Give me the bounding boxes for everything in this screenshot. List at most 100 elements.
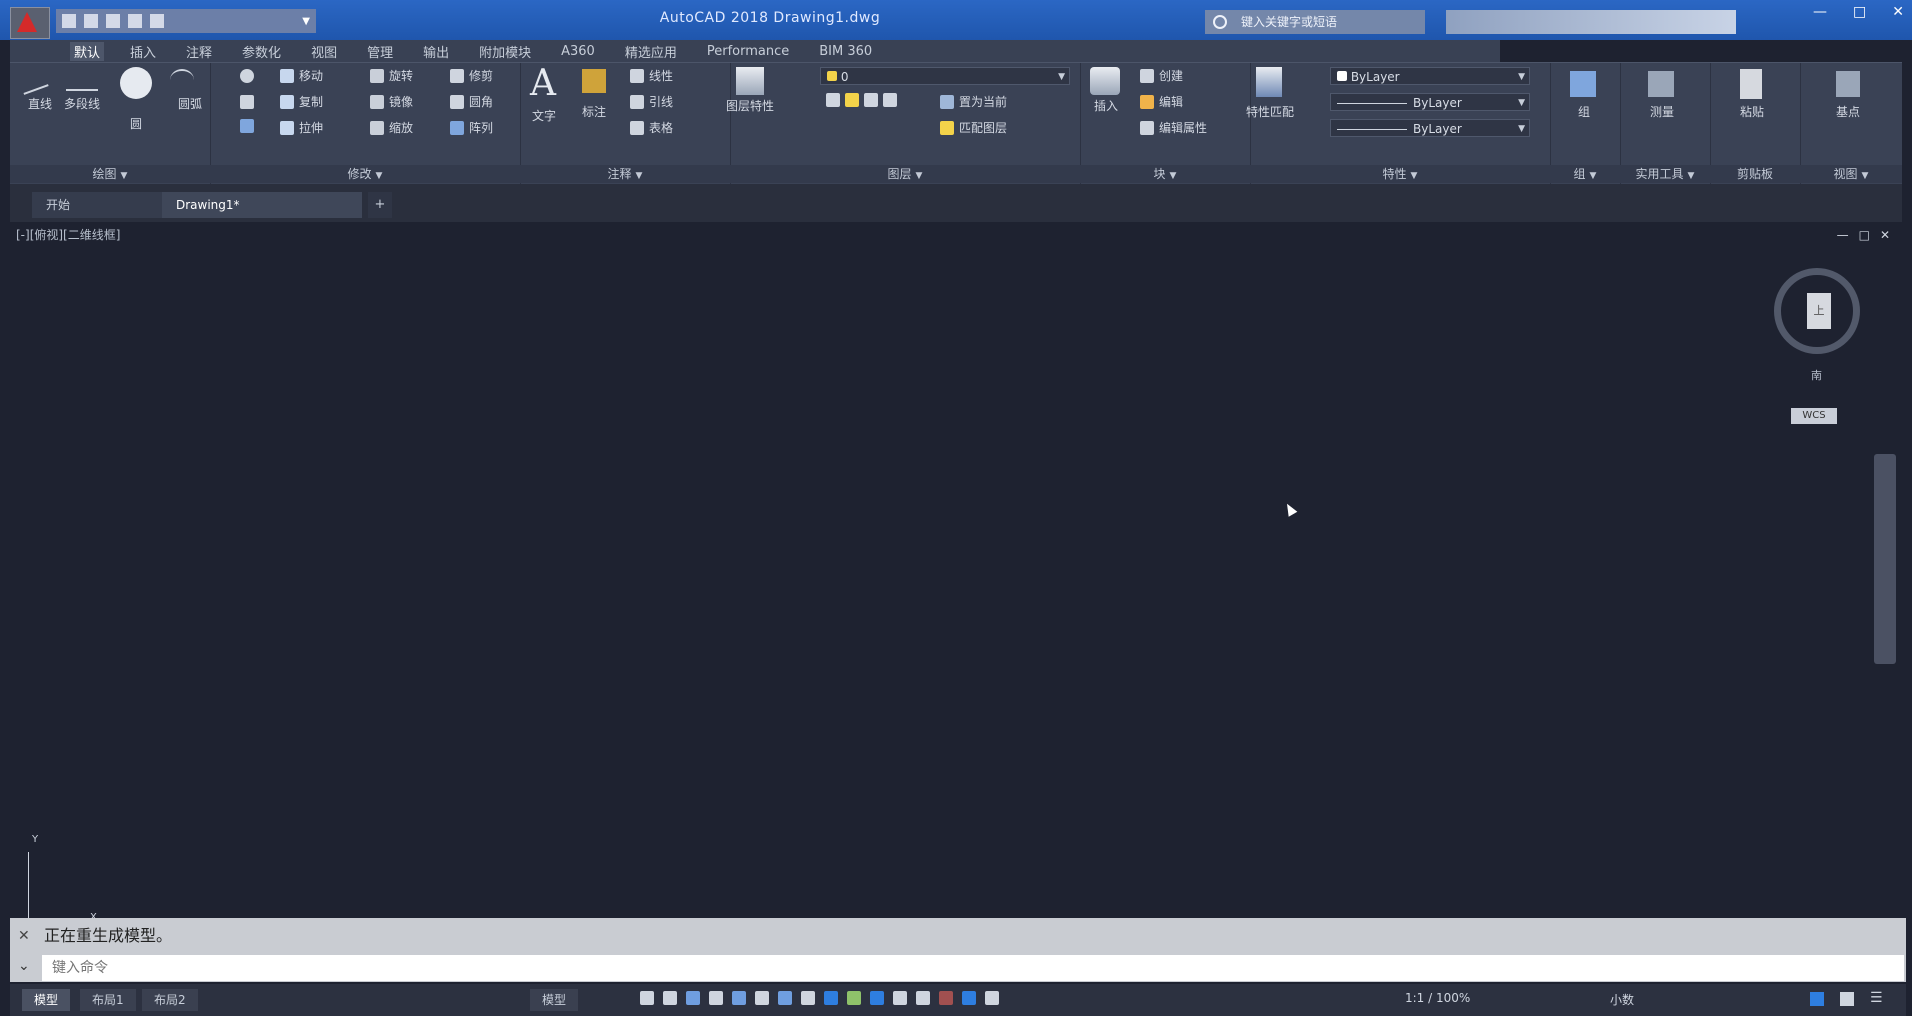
tab-parametric[interactable]: 参数化 bbox=[238, 42, 285, 61]
rotate-tool[interactable]: 旋转 bbox=[370, 67, 413, 84]
command-line-close-icon[interactable]: ✕ bbox=[18, 926, 30, 946]
dimension-icon[interactable] bbox=[582, 69, 606, 93]
layout-tab-layout2[interactable]: 布局2 bbox=[142, 989, 198, 1011]
maximize-button[interactable]: □ bbox=[1853, 4, 1866, 20]
edit-block-tool[interactable]: 编辑 bbox=[1140, 93, 1183, 110]
properties-panel-title[interactable]: 特性 ▼ bbox=[1250, 165, 1550, 183]
make-current-tool[interactable]: 置为当前 bbox=[940, 93, 1007, 110]
layer-properties-label[interactable]: 图层特性 bbox=[720, 97, 780, 114]
tab-manage[interactable]: 管理 bbox=[363, 42, 397, 61]
navigation-bar[interactable] bbox=[1874, 454, 1896, 664]
polar-icon[interactable] bbox=[709, 991, 723, 1005]
new-tab-plus-icon[interactable]: + bbox=[368, 192, 392, 218]
layer-tools-row[interactable] bbox=[826, 93, 897, 107]
units-label[interactable]: 小数 bbox=[1610, 991, 1634, 1008]
tab-bim360[interactable]: BIM 360 bbox=[815, 44, 876, 59]
base-label[interactable]: 基点 bbox=[1818, 103, 1878, 120]
annotation-panel-title[interactable]: 注释 ▼ bbox=[520, 165, 730, 183]
layer-dropdown[interactable]: 0 ▼ bbox=[820, 67, 1070, 85]
search-input[interactable]: 键入关键字或短语 bbox=[1205, 10, 1425, 34]
paste-icon[interactable] bbox=[1740, 69, 1762, 99]
ortho-icon[interactable] bbox=[686, 991, 700, 1005]
model-space-toggle[interactable]: 模型 bbox=[530, 989, 579, 1011]
customization-icon[interactable] bbox=[1840, 992, 1854, 1006]
autoscale-icon[interactable] bbox=[962, 991, 976, 1005]
line-icon[interactable] bbox=[17, 67, 49, 95]
selection-filter-icon[interactable] bbox=[893, 991, 907, 1005]
tab-annotate[interactable]: 注释 bbox=[182, 42, 216, 61]
arc-icon[interactable] bbox=[170, 69, 194, 91]
minimize-button[interactable]: — bbox=[1813, 4, 1827, 20]
tab-output[interactable]: 输出 bbox=[419, 42, 453, 61]
match-properties-icon[interactable] bbox=[1256, 67, 1282, 97]
fullscreen-icon[interactable] bbox=[1810, 992, 1824, 1006]
drawing-viewport[interactable]: [-][俯视][二维线框] — □ ✕ 上 南 WCS Y X bbox=[10, 222, 1902, 923]
groups-panel-title[interactable]: 组 ▼ bbox=[1550, 165, 1620, 183]
layer-properties-icon[interactable] bbox=[736, 67, 764, 95]
dimension-label[interactable]: 标注 bbox=[564, 103, 624, 120]
annotation-scale[interactable]: 1:1 / 100% bbox=[1405, 991, 1470, 1005]
group-label[interactable]: 组 bbox=[1554, 103, 1614, 120]
open-file-icon[interactable] bbox=[84, 14, 98, 28]
dynamic-ucs-icon[interactable] bbox=[870, 991, 884, 1005]
snap-icon[interactable] bbox=[663, 991, 677, 1005]
qat-customize-chevron-down-icon[interactable]: ▼ bbox=[302, 16, 310, 27]
sign-in-area[interactable] bbox=[1446, 10, 1736, 34]
3d-osnap-icon[interactable] bbox=[847, 991, 861, 1005]
hatch-icon[interactable] bbox=[240, 95, 254, 109]
match-properties-label[interactable]: 特性匹配 bbox=[1240, 103, 1300, 120]
tab-insert[interactable]: 插入 bbox=[126, 42, 160, 61]
leader-tool[interactable]: 引线 bbox=[630, 93, 673, 110]
insert-label[interactable]: 插入 bbox=[1076, 97, 1136, 114]
color-dropdown[interactable]: ByLayer ▼ bbox=[1330, 67, 1530, 85]
viewcube-top-face[interactable]: 上 bbox=[1807, 293, 1831, 329]
tab-featured-apps[interactable]: 精选应用 bbox=[621, 42, 681, 61]
block-panel-title[interactable]: 块 ▼ bbox=[1080, 165, 1250, 183]
view-panel-title[interactable]: 视图 ▼ bbox=[1800, 165, 1902, 183]
tab-addins[interactable]: 附加模块 bbox=[475, 42, 535, 61]
tab-performance[interactable]: Performance bbox=[703, 44, 793, 59]
match-layer-tool[interactable]: 匹配图层 bbox=[940, 119, 1007, 136]
polyline-icon[interactable] bbox=[66, 75, 98, 91]
insert-block-icon[interactable] bbox=[1090, 67, 1120, 95]
measure-label[interactable]: 测量 bbox=[1632, 103, 1692, 120]
redo-icon[interactable] bbox=[150, 14, 164, 28]
viewcube[interactable]: 上 bbox=[1774, 268, 1860, 354]
clipboard-panel-title[interactable]: 剪贴板 bbox=[1710, 165, 1800, 183]
transparency-icon[interactable] bbox=[801, 991, 815, 1005]
viewport-close-button[interactable]: ✕ bbox=[1880, 228, 1890, 242]
lineweight-icon[interactable] bbox=[778, 991, 792, 1005]
wcs-menu[interactable]: WCS bbox=[1791, 408, 1837, 424]
circle-label[interactable]: 圆 bbox=[106, 115, 166, 132]
fillet-tool[interactable]: 圆角 bbox=[450, 93, 493, 110]
tab-a360[interactable]: A360 bbox=[557, 44, 599, 59]
layout-tab-model[interactable]: 模型 bbox=[22, 989, 71, 1011]
mirror-tool[interactable]: 镜像 bbox=[370, 93, 413, 110]
gizmo-icon[interactable] bbox=[916, 991, 930, 1005]
tab-default[interactable]: 默认 bbox=[70, 41, 105, 61]
region-icon[interactable] bbox=[240, 119, 254, 133]
compass-south-label[interactable]: 南 bbox=[1811, 367, 1822, 383]
linetype-dropdown[interactable]: ByLayer ▼ bbox=[1330, 93, 1530, 111]
base-view-icon[interactable] bbox=[1836, 71, 1860, 97]
tab-start[interactable]: 开始 bbox=[32, 192, 162, 218]
tab-view[interactable]: 视图 bbox=[307, 42, 341, 61]
table-tool[interactable]: 表格 bbox=[630, 119, 673, 136]
trim-tool[interactable]: 修剪 bbox=[450, 67, 493, 84]
viewport-label[interactable]: [-][俯视][二维线框] bbox=[16, 226, 120, 243]
layers-panel-title[interactable]: 图层 ▼ bbox=[730, 165, 1080, 183]
utilities-panel-title[interactable]: 实用工具 ▼ bbox=[1620, 165, 1710, 183]
osnap-icon[interactable] bbox=[732, 991, 746, 1005]
annotation-visibility-icon[interactable] bbox=[939, 991, 953, 1005]
copy-tool[interactable]: 复制 bbox=[280, 93, 323, 110]
scale-tool[interactable]: 缩放 bbox=[370, 119, 413, 136]
grid-icon[interactable] bbox=[640, 991, 654, 1005]
layout-tab-layout1[interactable]: 布局1 bbox=[80, 989, 136, 1011]
create-block-tool[interactable]: 创建 bbox=[1140, 67, 1183, 84]
menu-hamburger-icon[interactable]: ☰ bbox=[1870, 990, 1883, 1006]
command-input[interactable] bbox=[42, 955, 1904, 981]
save-icon[interactable] bbox=[106, 14, 120, 28]
tab-drawing1[interactable]: Drawing1* bbox=[162, 192, 362, 218]
text-icon[interactable]: A bbox=[530, 63, 556, 104]
array-tool[interactable]: 阵列 bbox=[450, 119, 493, 136]
